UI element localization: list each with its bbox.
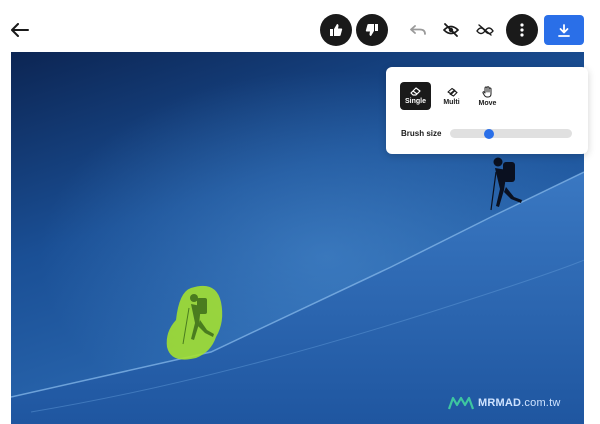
dislike-button[interactable]: [356, 14, 388, 46]
watermark-brand: MRMAD: [478, 397, 522, 409]
hand-icon: [482, 85, 492, 97]
eraser-icon: [410, 87, 421, 96]
eye-off-icon: [443, 23, 459, 37]
single-tool-label: Single: [404, 98, 426, 105]
move-tool-label: Move: [478, 99, 497, 107]
watermark-text: MRMAD.com.tw: [478, 397, 560, 409]
hide-mask-button[interactable]: [439, 18, 463, 42]
like-button[interactable]: [320, 14, 352, 46]
undo-button[interactable]: [406, 18, 430, 42]
brush-tool-panel: Single Multi Move Brush size: [386, 67, 588, 154]
brush-size-slider[interactable]: [450, 128, 572, 139]
multi-tool-label: Multi: [443, 98, 460, 106]
download-icon: [558, 23, 570, 37]
multi-tool-button[interactable]: Multi: [436, 82, 467, 110]
back-button[interactable]: [8, 18, 32, 42]
thumbs-up-icon: [330, 24, 343, 36]
editor-screen: Single Multi Move Brush size MRMAD.com.t…: [0, 0, 600, 424]
thumbs-down-icon: [365, 24, 378, 36]
arrow-left-icon: [11, 23, 29, 37]
move-tool-button[interactable]: Move: [472, 82, 503, 110]
brush-size-slider-thumb[interactable]: [483, 128, 494, 139]
compare-icon: [476, 24, 494, 36]
download-button[interactable]: [544, 15, 584, 45]
more-options-button[interactable]: [506, 14, 538, 46]
watermark: MRMAD.com.tw: [448, 396, 560, 410]
watermark-domain: .com.tw: [521, 397, 561, 409]
undo-icon: [410, 25, 426, 35]
mrmad-logo-icon: [448, 396, 474, 410]
brush-size-label: Brush size: [401, 129, 442, 138]
compare-button[interactable]: [473, 18, 497, 42]
more-vertical-icon: [520, 23, 524, 37]
single-tool-button[interactable]: Single: [400, 82, 431, 110]
multi-eraser-icon: [446, 87, 458, 97]
